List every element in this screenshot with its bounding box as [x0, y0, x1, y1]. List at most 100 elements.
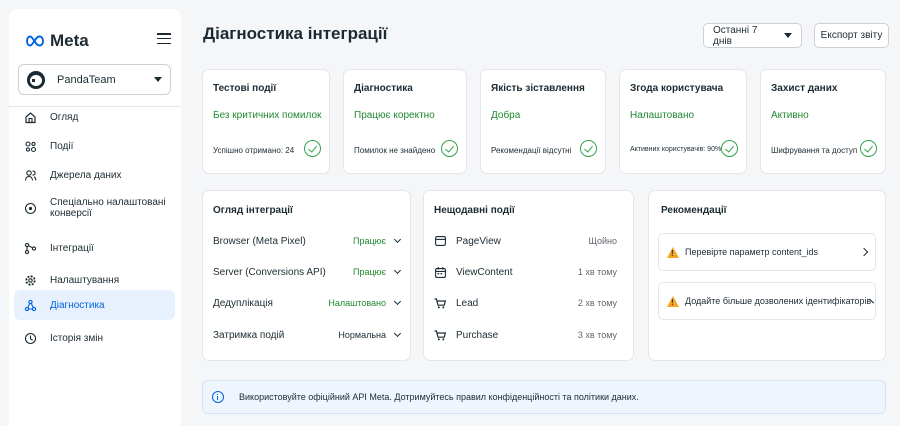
status-card-diagnostics: Діагностика Працює коректно Помилок не з… — [343, 69, 467, 174]
info-icon — [212, 391, 224, 403]
gear-icon — [22, 272, 38, 288]
people-icon — [22, 167, 38, 183]
home-icon — [22, 109, 38, 125]
chevron-down-icon — [393, 235, 402, 244]
check-circle-icon — [441, 140, 458, 157]
row-label: Server (Conversions API) — [213, 266, 326, 278]
chevron-right-icon — [859, 247, 869, 257]
cart-icon — [434, 329, 446, 341]
check-circle-icon — [721, 140, 738, 157]
event-time: Щойно — [588, 236, 617, 246]
overview-row-browser[interactable]: Browser (Meta Pixel) Працює — [213, 232, 402, 250]
meta-logo[interactable]: Meta — [25, 31, 89, 51]
event-row[interactable]: Lead 2 хв тому — [434, 294, 617, 312]
clock-icon — [22, 330, 38, 346]
status-card-detail: Помилок не знайдено — [354, 146, 436, 155]
card-title: Рекомендації — [661, 205, 727, 216]
event-name: PageView — [456, 235, 501, 247]
sidebar-item-integrations[interactable]: Інтеграції — [14, 238, 175, 258]
overview-row-server[interactable]: Server (Conversions API) Працює — [213, 263, 402, 281]
sidebar-item-label: Події — [50, 140, 74, 152]
chevron-down-icon — [784, 33, 792, 38]
sidebar-item-label: Огляд — [50, 111, 79, 123]
status-card-detail: Рекомендації відсутні — [491, 146, 572, 155]
status-card-match-quality: Якість зіставлення Добра Рекомендації ві… — [480, 69, 606, 174]
diagnostics-icon — [22, 297, 38, 313]
export-report-button[interactable]: Експорт звіту — [814, 23, 889, 48]
menu-icon[interactable] — [157, 33, 171, 45]
status-value: Нормальна — [338, 330, 386, 340]
recommendation-text: Додайте більше дозволених ідентифікаторі… — [685, 296, 872, 306]
row-label: Дедуплікація — [213, 297, 273, 309]
sidebar-item-label: Інтеграції — [50, 242, 94, 254]
export-label: Експорт звіту — [820, 30, 883, 41]
cart-icon — [434, 297, 446, 309]
warning-icon — [667, 246, 679, 258]
recommendation-item[interactable]: Перевірте параметр content_ids — [658, 233, 876, 271]
sidebar-item-data-sources[interactable]: Джерела даних — [14, 165, 175, 185]
status-card-detail: Активних користувачів: 90% — [630, 146, 722, 153]
page-title: Діагностика інтеграції — [203, 24, 388, 43]
sidebar-item-custom-conversions[interactable]: Спеціально налаштовані конверсії — [14, 194, 175, 222]
status-card-title: Тестові події — [213, 83, 277, 94]
sidebar-item-events[interactable]: Події — [14, 136, 175, 156]
brand-name: Meta — [50, 31, 89, 50]
status-card-status: Працює коректно — [354, 110, 435, 121]
status-card-title: Згода користувача — [630, 83, 724, 94]
check-circle-icon — [860, 140, 877, 157]
browser-icon — [434, 235, 446, 247]
sidebar-item-settings[interactable]: Налаштування — [14, 270, 175, 290]
sidebar-item-label: Налаштування — [50, 274, 120, 286]
event-row[interactable]: Purchase 3 хв тому — [434, 326, 617, 344]
recommendation-item[interactable]: Додайте більше дозволених ідентифікаторі… — [658, 282, 876, 320]
status-card-status: Без критичних помилок — [213, 110, 322, 121]
chevron-down-icon — [154, 77, 162, 82]
sidebar-item-label: Діагностика — [50, 299, 105, 311]
period-dropdown[interactable]: Останні 7 днів — [703, 23, 802, 48]
sidebar-item-history[interactable]: Історія змін — [14, 328, 175, 348]
sidebar-item-overview[interactable]: Огляд — [14, 107, 175, 127]
status-card-user-consent: Згода користувача Налаштовано Активних к… — [619, 69, 747, 174]
sidebar: Meta PandaTeam Огляд Події Джерела даних… — [9, 9, 181, 426]
sidebar-item-diagnostics[interactable]: Діагностика — [14, 290, 175, 320]
overview-row-deduplication[interactable]: Дедуплікація Налаштовано — [213, 294, 402, 312]
check-circle-icon — [304, 140, 321, 157]
team-name: PandaTeam — [57, 73, 116, 86]
events-icon — [22, 138, 38, 154]
sidebar-item-label: Джерела даних — [50, 169, 122, 181]
event-name: Purchase — [456, 329, 499, 341]
status-card-detail: Успішно отримано: 24 — [213, 146, 295, 155]
status-value: Налаштовано — [328, 298, 386, 308]
check-circle-icon — [580, 140, 597, 157]
status-card-test-events: Тестові події Без критичних помилок Успі… — [202, 69, 330, 174]
team-selector[interactable]: PandaTeam — [18, 64, 171, 95]
warning-icon — [667, 295, 679, 307]
event-time: 3 хв тому — [577, 330, 617, 340]
chevron-down-icon — [393, 297, 402, 306]
card-title: Нещодавні події — [434, 205, 515, 216]
status-card-status: Активно — [771, 110, 809, 121]
sidebar-item-label: Історія змін — [50, 332, 103, 344]
app-window: Meta PandaTeam Огляд Події Джерела даних… — [0, 0, 900, 426]
chevron-down-icon — [393, 329, 402, 338]
chevron-down-icon — [393, 266, 402, 275]
status-card-detail: Шифрування та доступ — [771, 146, 858, 155]
status-value: Працює — [353, 267, 386, 277]
card-title: Огляд інтеграції — [213, 205, 293, 216]
row-label: Browser (Meta Pixel) — [213, 235, 306, 247]
event-row[interactable]: PageView Щойно — [434, 232, 617, 250]
event-time: 2 хв тому — [577, 298, 617, 308]
recent-events-card: Нещодавні події PageView Щойно ViewConte… — [423, 190, 634, 361]
target-icon — [22, 200, 38, 216]
event-row[interactable]: ViewContent 1 хв тому — [434, 263, 617, 281]
info-notice: Використовуйте офіційний API Meta. Дотри… — [202, 380, 886, 414]
event-name: Lead — [456, 297, 479, 309]
status-card-title: Якість зіставлення — [491, 83, 585, 94]
sidebar-item-label: Спеціально налаштовані конверсії — [50, 197, 166, 219]
event-time: 1 хв тому — [577, 267, 617, 277]
meta-infinity-icon — [26, 35, 44, 47]
overview-row-latency[interactable]: Затримка подій Нормальна — [213, 326, 402, 344]
status-value: Працює — [353, 236, 386, 246]
calendar-icon — [434, 266, 446, 278]
status-card-title: Захист даних — [771, 83, 838, 94]
